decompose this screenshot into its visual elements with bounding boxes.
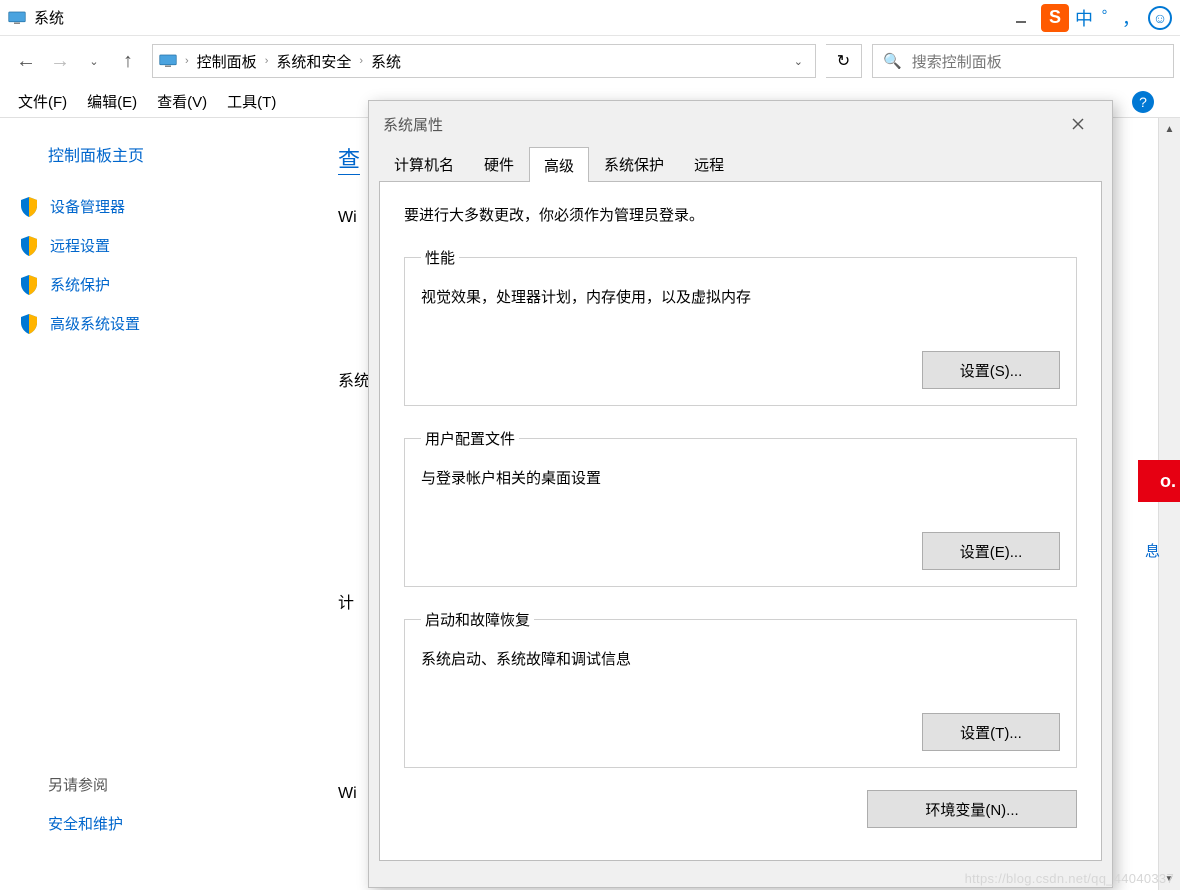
see-also-security-link[interactable]: 安全和维护 (48, 813, 300, 834)
ime-status[interactable]: 中 ゜， (1075, 5, 1142, 31)
computer-icon (8, 11, 26, 25)
menu-view[interactable]: 查看(V) (149, 87, 215, 116)
breadcrumb-item[interactable]: 系统 (371, 51, 401, 72)
sidebar-item-device-manager[interactable]: 设备管理器 (20, 196, 300, 217)
shield-icon (20, 314, 38, 334)
back-button[interactable]: ← (12, 47, 40, 75)
chevron-right-icon: › (359, 55, 363, 67)
help-icon[interactable]: ? (1132, 91, 1154, 113)
dialog-title: 系统属性 (383, 114, 443, 135)
startup-recovery-settings-button[interactable]: 设置(T)... (922, 713, 1060, 751)
tab-remote[interactable]: 远程 (679, 146, 739, 181)
up-button[interactable]: ↑ (114, 47, 142, 75)
tab-system-protection[interactable]: 系统保护 (589, 146, 679, 181)
sidebar-item-label: 设备管理器 (50, 196, 125, 217)
sidebar-item-system-protection[interactable]: 系统保护 (20, 274, 300, 295)
close-icon (1071, 117, 1085, 131)
forward-button[interactable]: → (46, 47, 74, 75)
search-icon: 🔍 (883, 52, 902, 70)
chevron-right-icon: › (185, 55, 189, 67)
address-bar[interactable]: › 控制面板 › 系统和安全 › 系统 ⌄ (152, 44, 816, 78)
vertical-scrollbar[interactable]: ▲ ▼ (1158, 118, 1180, 890)
group-legend: 启动和故障恢复 (421, 609, 534, 630)
sidebar-item-label: 远程设置 (50, 235, 110, 256)
admin-note: 要进行大多数更改，你必须作为管理员登录。 (404, 204, 1077, 225)
tab-hardware[interactable]: 硬件 (469, 146, 529, 181)
content-heading-link[interactable]: 查 (338, 142, 360, 175)
window-titlebar: 系统 S 中 ゜， ☺ (0, 0, 1180, 36)
computer-icon (159, 54, 177, 68)
address-dropdown-icon[interactable]: ⌄ (788, 55, 809, 68)
shield-icon (20, 197, 38, 217)
environment-variables-button[interactable]: 环境变量(N)... (867, 790, 1077, 828)
chevron-right-icon: › (265, 55, 269, 67)
dialog-tabstrip: 计算机名 硬件 高级 系统保护 远程 (369, 147, 1112, 181)
scroll-up-icon[interactable]: ▲ (1159, 118, 1180, 140)
group-startup-recovery: 启动和故障恢复 系统启动、系统故障和调试信息 设置(T)... (404, 609, 1077, 768)
ime-emoji-icon[interactable]: ☺ (1148, 6, 1172, 30)
oem-logo-fragment: o. (1138, 460, 1180, 502)
menu-file[interactable]: 文件(F) (10, 87, 75, 116)
shield-icon (20, 236, 38, 256)
control-panel-home-link[interactable]: 控制面板主页 (48, 142, 300, 166)
dialog-body: 要进行大多数更改，你必须作为管理员登录。 性能 视觉效果，处理器计划，内存使用，… (379, 181, 1102, 861)
group-user-profiles: 用户配置文件 与登录帐户相关的桌面设置 设置(E)... (404, 428, 1077, 587)
system-properties-dialog: 系统属性 计算机名 硬件 高级 系统保护 远程 要进行大多数更改，你必须作为管理… (368, 100, 1113, 888)
sidebar: 控制面板主页 设备管理器 远程设置 系统保护 高级系统设置 另请参阅 安全和维护 (0, 118, 320, 890)
content-link-fragment[interactable]: 息 (1145, 540, 1160, 561)
user-profiles-settings-button[interactable]: 设置(E)... (922, 532, 1060, 570)
sidebar-item-remote-settings[interactable]: 远程设置 (20, 235, 300, 256)
close-button[interactable] (1058, 109, 1098, 139)
sidebar-item-label: 系统保护 (50, 274, 110, 295)
dialog-titlebar: 系统属性 (369, 101, 1112, 147)
sidebar-item-advanced-settings[interactable]: 高级系统设置 (20, 313, 300, 334)
group-description: 与登录帐户相关的桌面设置 (421, 467, 1060, 488)
breadcrumb-item[interactable]: 控制面板 (197, 51, 257, 72)
menu-tools[interactable]: 工具(T) (219, 87, 284, 116)
refresh-button[interactable]: ↻ (826, 44, 862, 78)
group-description: 系统启动、系统故障和调试信息 (421, 648, 1060, 669)
navigation-row: ← → ⌄ ↑ › 控制面板 › 系统和安全 › 系统 ⌄ ↻ 🔍 搜索控制面板 (0, 36, 1180, 86)
performance-settings-button[interactable]: 设置(S)... (922, 351, 1060, 389)
sidebar-item-label: 高级系统设置 (50, 313, 140, 334)
group-legend: 性能 (421, 247, 459, 268)
breadcrumb-item[interactable]: 系统和安全 (276, 51, 351, 72)
ime-sogou-icon[interactable]: S (1041, 4, 1069, 32)
tab-advanced[interactable]: 高级 (529, 147, 589, 182)
search-placeholder: 搜索控制面板 (912, 51, 1002, 72)
group-description: 视觉效果，处理器计划，内存使用，以及虚拟内存 (421, 286, 1060, 307)
search-input[interactable]: 🔍 搜索控制面板 (872, 44, 1174, 78)
shield-icon (20, 275, 38, 295)
recent-locations-button[interactable]: ⌄ (80, 47, 108, 75)
group-legend: 用户配置文件 (421, 428, 519, 449)
tab-computer-name[interactable]: 计算机名 (379, 146, 469, 181)
scroll-down-icon[interactable]: ▼ (1159, 868, 1180, 890)
menu-edit[interactable]: 编辑(E) (79, 87, 145, 116)
minimize-button[interactable] (1007, 7, 1035, 29)
see-also-heading: 另请参阅 (48, 774, 300, 795)
group-performance: 性能 视觉效果，处理器计划，内存使用，以及虚拟内存 设置(S)... (404, 247, 1077, 406)
window-title: 系统 (34, 7, 64, 28)
